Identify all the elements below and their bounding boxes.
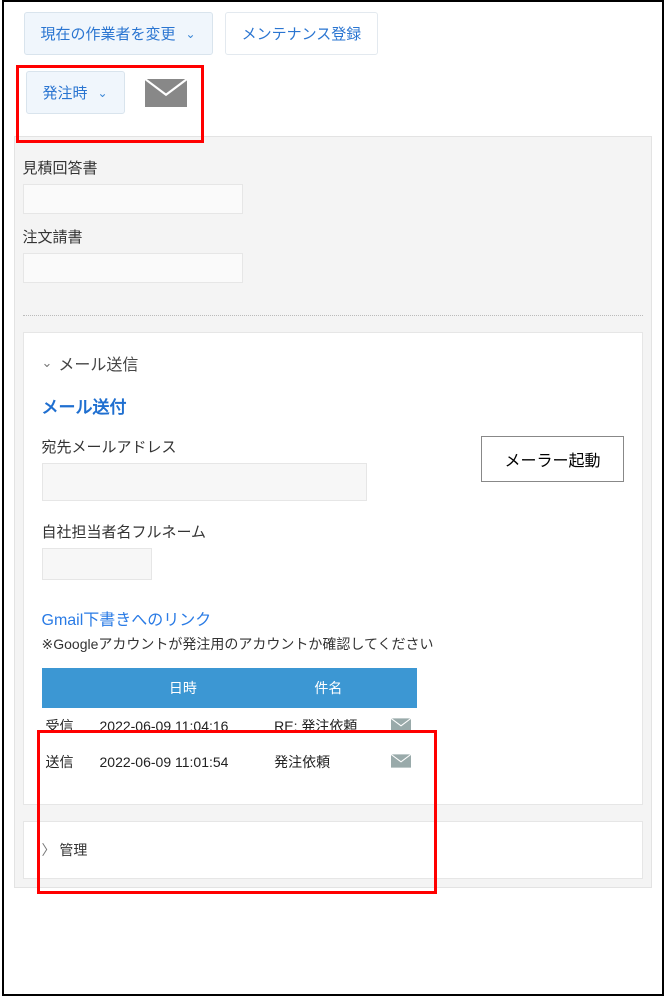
to-address-label: 宛先メールアドレス: [42, 436, 458, 457]
cell-datetime: 2022-06-09 11:04:16: [96, 708, 271, 744]
chevron-right-icon: 〉: [42, 842, 56, 858]
mail-send-title: メール送付: [42, 393, 624, 418]
maintenance-register-button[interactable]: メンテナンス登録: [225, 12, 379, 55]
self-name-label: 自社担当者名フルネーム: [42, 521, 624, 542]
order-time-dropdown[interactable]: 発注時 ⌄: [26, 71, 125, 114]
order-form-input[interactable]: [23, 253, 243, 283]
manage-title: 管理: [59, 842, 87, 858]
quote-reply-input[interactable]: [23, 184, 243, 214]
cell-subject: RE: 発注依頼: [270, 708, 386, 744]
mail-icon: [391, 754, 411, 768]
mail-icon[interactable]: [145, 78, 187, 108]
launch-mailer-label: メーラー起動: [504, 453, 600, 470]
change-worker-label: 現在の作業者を変更: [41, 23, 176, 44]
mail-send-panel-toggle[interactable]: ⌄ メール送信: [42, 351, 624, 375]
mail-log-table: 日時 件名 受信 2022-06-09 11:04:16 RE: 発注依頼: [42, 668, 417, 780]
cell-direction: 送信: [42, 744, 96, 780]
cell-direction: 受信: [42, 708, 96, 744]
mail-panel-title: メール送信: [58, 351, 138, 375]
divider: [23, 315, 643, 316]
table-row: 送信 2022-06-09 11:01:54 発注依頼: [42, 744, 417, 780]
table-header-empty: [42, 668, 96, 708]
table-header-subject: 件名: [270, 668, 386, 708]
table-header-icon: [387, 668, 417, 708]
chevron-down-icon: ⌄: [42, 355, 53, 371]
table-header-datetime: 日時: [96, 668, 271, 708]
manage-panel-toggle[interactable]: 〉 管理: [23, 821, 643, 879]
cell-mail-icon[interactable]: [387, 708, 417, 744]
chevron-down-icon: ⌄: [186, 27, 196, 41]
account-note: ※Googleアカウントが発注用のアカウントか確認してください: [42, 634, 624, 654]
quote-reply-label: 見積回答書: [23, 157, 643, 178]
launch-mailer-button[interactable]: メーラー起動: [481, 436, 623, 482]
cell-datetime: 2022-06-09 11:01:54: [96, 744, 271, 780]
to-address-input[interactable]: [42, 463, 367, 501]
cell-subject: 発注依頼: [270, 744, 386, 780]
table-row: 受信 2022-06-09 11:04:16 RE: 発注依頼: [42, 708, 417, 744]
cell-mail-icon[interactable]: [387, 744, 417, 780]
order-form-label: 注文請書: [23, 226, 643, 247]
self-name-input[interactable]: [42, 548, 152, 580]
order-time-label: 発注時: [43, 82, 88, 103]
chevron-down-icon: ⌄: [98, 86, 108, 100]
gmail-draft-link[interactable]: Gmail下書きへのリンク: [42, 606, 212, 630]
maintenance-label: メンテナンス登録: [242, 23, 362, 44]
mail-icon: [391, 718, 411, 732]
change-worker-dropdown[interactable]: 現在の作業者を変更 ⌄: [24, 12, 213, 55]
gmail-link-text: Gmail下書きへのリンク: [42, 612, 212, 629]
